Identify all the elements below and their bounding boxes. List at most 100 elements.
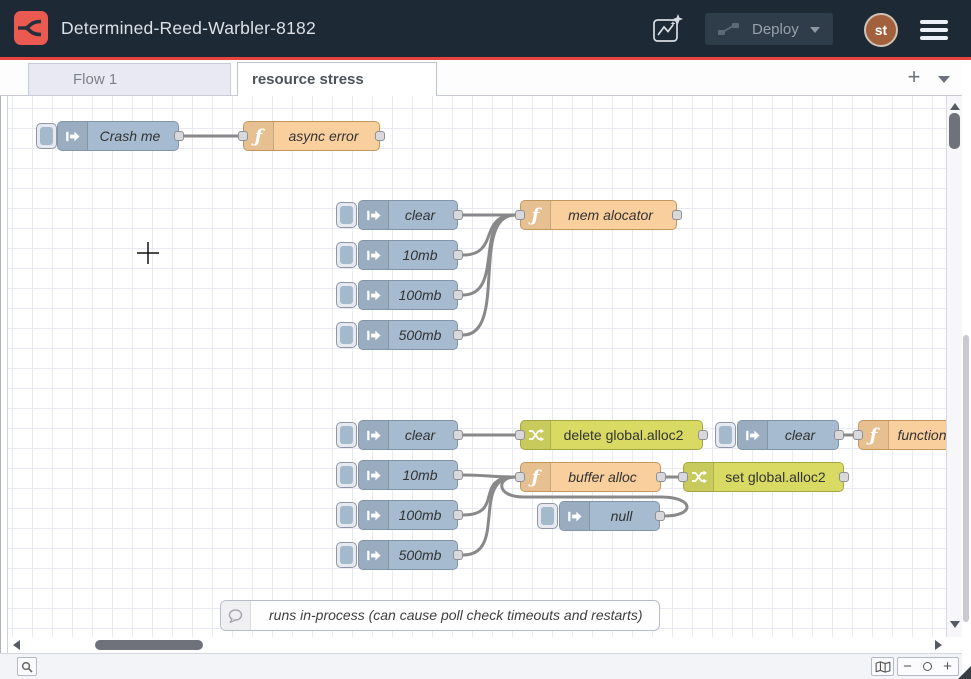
input-port[interactable]: [515, 210, 525, 220]
node-clear-buf[interactable]: clear: [358, 420, 458, 450]
navigator-button[interactable]: [871, 657, 894, 676]
output-port[interactable]: [655, 511, 665, 521]
function-icon: ƒ: [521, 463, 551, 491]
output-port[interactable]: [698, 430, 708, 440]
deploy-button[interactable]: Deploy: [705, 13, 833, 45]
node-label: clear: [768, 421, 838, 449]
inject-button-pad: [340, 326, 353, 344]
node-label: null: [590, 502, 659, 530]
scroll-down-arrow[interactable]: [950, 621, 960, 628]
node-10mb-buf[interactable]: 10mb: [358, 460, 458, 490]
inject-button[interactable]: [36, 123, 57, 149]
wire[interactable]: [463, 477, 515, 555]
output-port[interactable]: [453, 290, 463, 300]
inject-button[interactable]: [336, 242, 357, 268]
comment-label: runs in-process (can cause poll check ti…: [251, 601, 643, 630]
vertical-scrollbar[interactable]: [946, 96, 962, 637]
page-scroll-thumb[interactable]: [963, 335, 969, 622]
page-scrollbar[interactable]: [962, 60, 971, 679]
instance-title: Determined-Reed-Warbler-8182: [61, 0, 316, 57]
add-flow-button[interactable]: +: [901, 60, 927, 96]
inject-button[interactable]: [336, 202, 357, 228]
search-button[interactable]: [17, 657, 37, 676]
node-10mb-mem[interactable]: 10mb: [358, 240, 458, 270]
zoom-out-button[interactable]: −: [897, 657, 918, 676]
input-port[interactable]: [515, 430, 525, 440]
flow-list-caret[interactable]: [938, 76, 950, 83]
inject-button[interactable]: [537, 503, 558, 529]
node-100mb-buf[interactable]: 100mb: [358, 500, 458, 530]
tab-resource-stress[interactable]: resource stress: [237, 62, 437, 96]
inject-button[interactable]: [336, 502, 357, 528]
plus-icon: +: [943, 658, 952, 675]
flowfuse-logo[interactable]: [14, 11, 48, 45]
inject-button[interactable]: [715, 422, 736, 448]
deploy-nodes-icon: [718, 22, 740, 36]
output-port[interactable]: [174, 131, 184, 141]
vertical-scroll-thumb[interactable]: [949, 113, 960, 149]
zoom-reset-button[interactable]: [917, 657, 938, 676]
output-port[interactable]: [672, 210, 682, 220]
output-port[interactable]: [453, 470, 463, 480]
input-port[interactable]: [678, 472, 688, 482]
node-null[interactable]: null: [559, 501, 660, 531]
output-port[interactable]: [453, 550, 463, 560]
wires-layer: [8, 96, 946, 637]
node-100mb-mem[interactable]: 100mb: [358, 280, 458, 310]
inject-button[interactable]: [336, 322, 357, 348]
resize-grip[interactable]: [958, 666, 971, 679]
node-500mb-buf[interactable]: 500mb: [358, 540, 458, 570]
node-set-global-alloc2[interactable]: set global.alloc2: [683, 462, 844, 492]
inject-button[interactable]: [336, 282, 357, 308]
inject-button[interactable]: [336, 542, 357, 568]
input-port[interactable]: [515, 472, 525, 482]
output-port[interactable]: [375, 131, 385, 141]
zoom-reset-icon: [923, 662, 932, 671]
output-port[interactable]: [453, 250, 463, 260]
tab-flow-1[interactable]: Flow 1: [28, 63, 231, 96]
output-port[interactable]: [834, 430, 844, 440]
input-port[interactable]: [238, 131, 248, 141]
inject-icon: [359, 201, 389, 229]
output-port[interactable]: [839, 472, 849, 482]
inject-icon: [560, 502, 590, 530]
node-crash-me[interactable]: Crash me: [57, 121, 179, 151]
deploy-options-caret[interactable]: [810, 27, 820, 33]
inject-button-pad: [340, 246, 353, 264]
node-clear-fn[interactable]: clear: [737, 420, 839, 450]
scroll-up-arrow[interactable]: [950, 103, 960, 110]
inject-button[interactable]: [336, 422, 357, 448]
output-port[interactable]: [656, 472, 666, 482]
inject-button[interactable]: [336, 462, 357, 488]
node-function-clipped[interactable]: ƒ function: [858, 420, 946, 450]
node-buffer-alloc[interactable]: ƒ buffer alloc: [520, 462, 661, 492]
node-async-error[interactable]: ƒ async error: [243, 121, 380, 151]
branch-icon: [14, 11, 48, 45]
deploy-label: Deploy: [752, 21, 799, 38]
horizontal-scrollbar[interactable]: [8, 637, 946, 653]
hamburger-icon: [920, 28, 948, 32]
node-clear-mem[interactable]: clear: [358, 200, 458, 230]
user-avatar[interactable]: st: [864, 13, 898, 47]
output-port[interactable]: [453, 430, 463, 440]
node-label: 500mb: [389, 321, 457, 349]
node-label: set global.alloc2: [714, 463, 843, 491]
node-label: 10mb: [389, 461, 457, 489]
scroll-left-arrow[interactable]: [13, 640, 20, 650]
input-port[interactable]: [853, 430, 863, 440]
horizontal-scroll-thumb[interactable]: [95, 640, 203, 650]
scroll-right-arrow[interactable]: [935, 640, 942, 650]
main-menu-button[interactable]: [920, 20, 948, 44]
node-500mb-mem[interactable]: 500mb: [358, 320, 458, 350]
footer-toolbar: − +: [0, 653, 962, 679]
inject-icon: [359, 541, 389, 569]
output-port[interactable]: [453, 330, 463, 340]
ai-assistant-button[interactable]: [651, 13, 685, 45]
node-mem-alocator[interactable]: ƒ mem alocator: [520, 200, 677, 230]
node-delete-global-alloc2[interactable]: delete global.alloc2: [520, 420, 703, 450]
output-port[interactable]: [453, 510, 463, 520]
node-comment[interactable]: runs in-process (can cause poll check ti…: [220, 600, 660, 631]
output-port[interactable]: [453, 210, 463, 220]
flow-canvas[interactable]: Crash me ƒ async error clear 10mb 100mb: [8, 96, 946, 637]
zoom-in-button[interactable]: +: [937, 657, 959, 676]
